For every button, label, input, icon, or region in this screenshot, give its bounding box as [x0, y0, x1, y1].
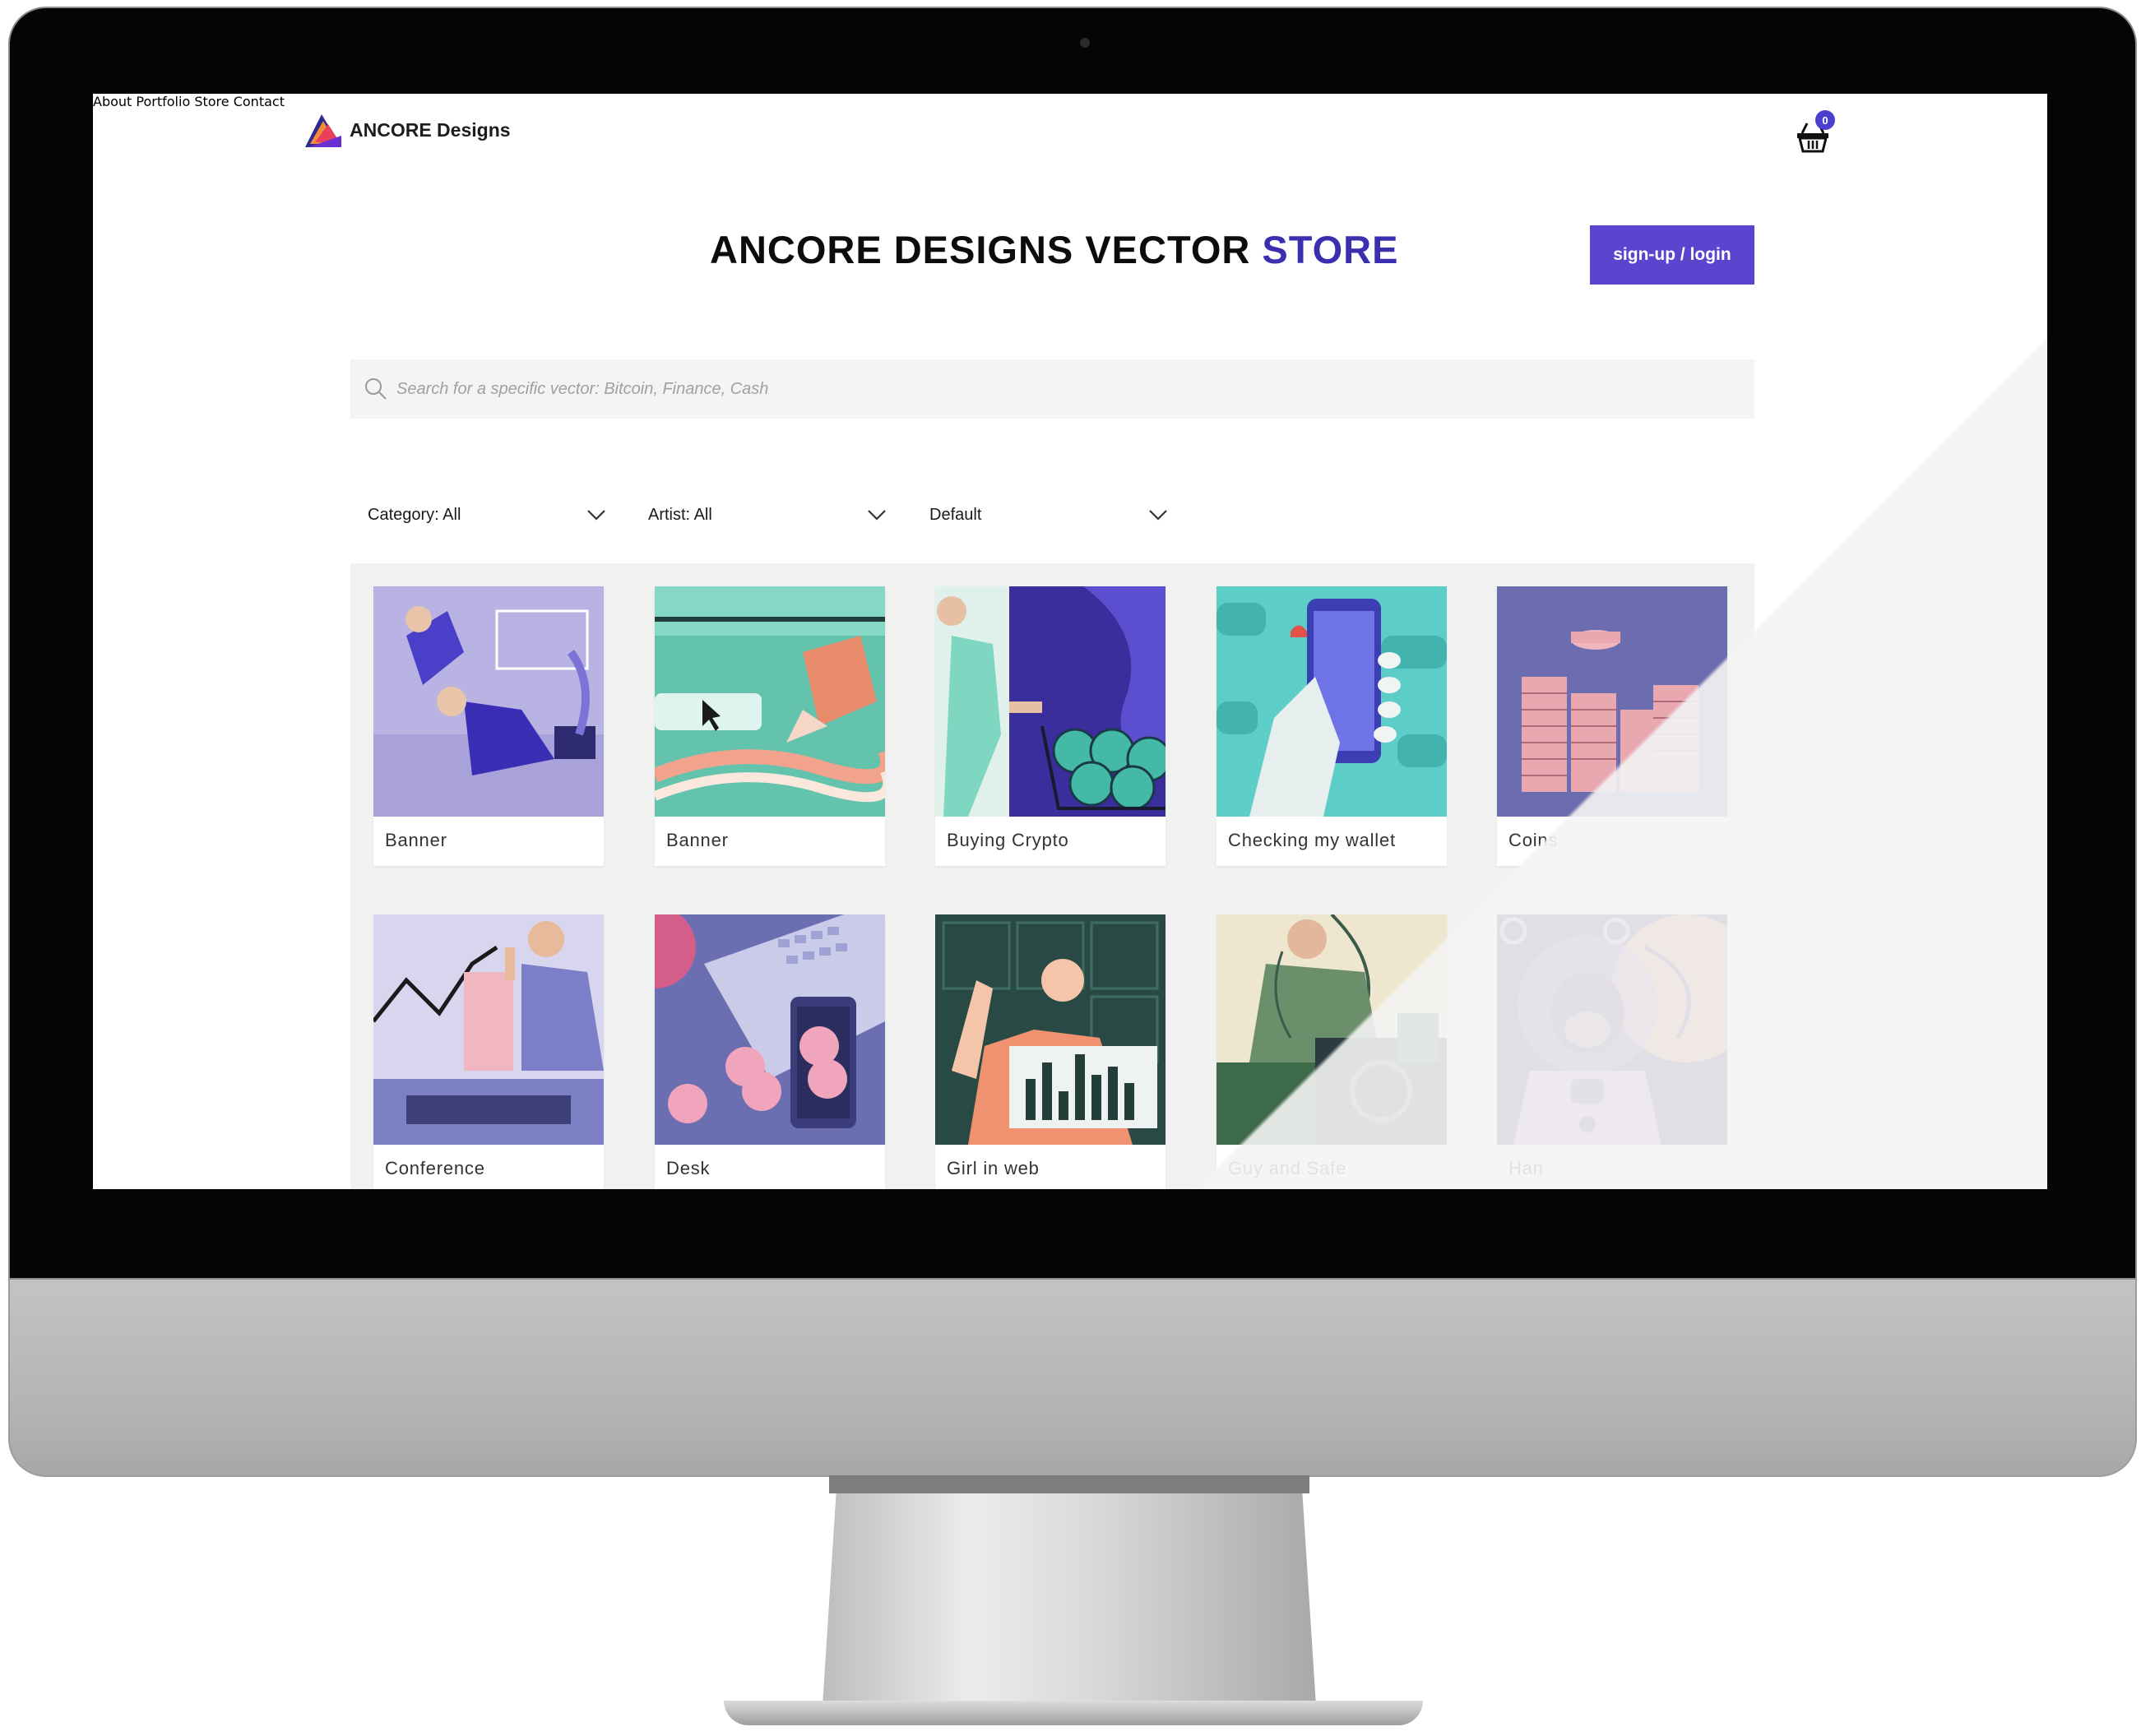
top-nav: ANCORE Designs About Portfolio Store Con…	[93, 94, 2047, 192]
product-card[interactable]: Han	[1497, 914, 1727, 1189]
product-card[interactable]: Desk	[655, 914, 885, 1189]
product-card[interactable]: Banner	[373, 586, 604, 866]
product-title: Desk	[666, 1158, 711, 1178]
product-title: Buying Crypto	[947, 830, 1069, 850]
product-title: Girl in web	[947, 1158, 1040, 1178]
cart-count-badge: 0	[1815, 110, 1835, 130]
monitor-stand	[823, 1475, 1316, 1706]
product-card[interactable]: Buying Crypto	[935, 586, 1166, 866]
coin-stacks-illustration	[1497, 586, 1727, 817]
product-title: Checking my wallet	[1228, 830, 1396, 850]
search-bar[interactable]	[350, 359, 1754, 419]
cart-with-coins-illustration	[935, 586, 1166, 817]
product-title: Banner	[385, 830, 447, 850]
signup-login-button[interactable]: sign-up / login	[1590, 225, 1754, 285]
product-card[interactable]: Conference	[373, 914, 604, 1189]
nav-about[interactable]: About	[93, 94, 132, 109]
chevron-down-icon	[868, 510, 886, 521]
artist-filter-label: Artist: All	[648, 505, 712, 524]
brand-name: ANCORE Designs	[350, 118, 511, 141]
sort-filter[interactable]: Default	[929, 498, 1168, 531]
product-card[interactable]: Checking my wallet	[1216, 586, 1447, 866]
brand-logo[interactable]: ANCORE Designs	[304, 105, 511, 155]
ape-astronaut-illustration	[1497, 914, 1727, 1145]
page-title-main: ANCORE DESIGNS VECTOR	[710, 228, 1263, 271]
product-card[interactable]: Girl in web	[935, 914, 1166, 1189]
man-at-safe-illustration	[1216, 914, 1447, 1145]
product-card[interactable]: Coins	[1497, 586, 1727, 866]
hand-holding-phone-illustration	[1216, 586, 1447, 817]
chevron-down-icon	[1149, 510, 1167, 521]
product-card[interactable]: Banner	[655, 586, 885, 866]
product-title: Conference	[385, 1158, 485, 1178]
nav-contact[interactable]: Contact	[234, 94, 285, 109]
monitor-stand-hinge	[829, 1475, 1309, 1493]
keyboard-and-phone-illustration	[655, 914, 885, 1145]
page-title: ANCORE DESIGNS VECTOR STORE	[710, 227, 1398, 272]
pencil-and-browser-illustration	[655, 586, 885, 817]
nav-portfolio[interactable]: Portfolio	[136, 94, 190, 109]
chevron-down-icon	[587, 510, 605, 521]
monitor-chin	[8, 1280, 2137, 1477]
product-title: Guy and Safe	[1228, 1158, 1347, 1178]
logo-icon	[305, 114, 341, 147]
camera-dot	[1080, 38, 1090, 48]
product-title: Banner	[666, 830, 729, 850]
category-filter-label: Category: All	[368, 505, 461, 524]
imac-mockup: ANCORE Designs About Portfolio Store Con…	[0, 0, 2141, 1736]
product-title: Han	[1508, 1158, 1544, 1178]
artist-filter[interactable]: Artist: All	[648, 498, 887, 531]
product-title: Coins	[1508, 830, 1559, 850]
woman-with-bar-chart-illustration	[935, 914, 1166, 1145]
screen: ANCORE Designs About Portfolio Store Con…	[93, 94, 2047, 1189]
people-with-laptops-illustration	[373, 586, 604, 817]
product-card[interactable]: Guy and Safe	[1216, 914, 1447, 1189]
search-input[interactable]	[396, 379, 1712, 399]
search-icon	[365, 378, 387, 400]
nav-store[interactable]: Store	[194, 94, 229, 109]
category-filter[interactable]: Category: All	[368, 498, 606, 531]
page-title-accent: STORE	[1262, 228, 1399, 271]
man-with-chart-illustration	[373, 914, 604, 1145]
monitor-foot	[724, 1701, 1423, 1725]
sort-filter-label: Default	[929, 505, 982, 524]
